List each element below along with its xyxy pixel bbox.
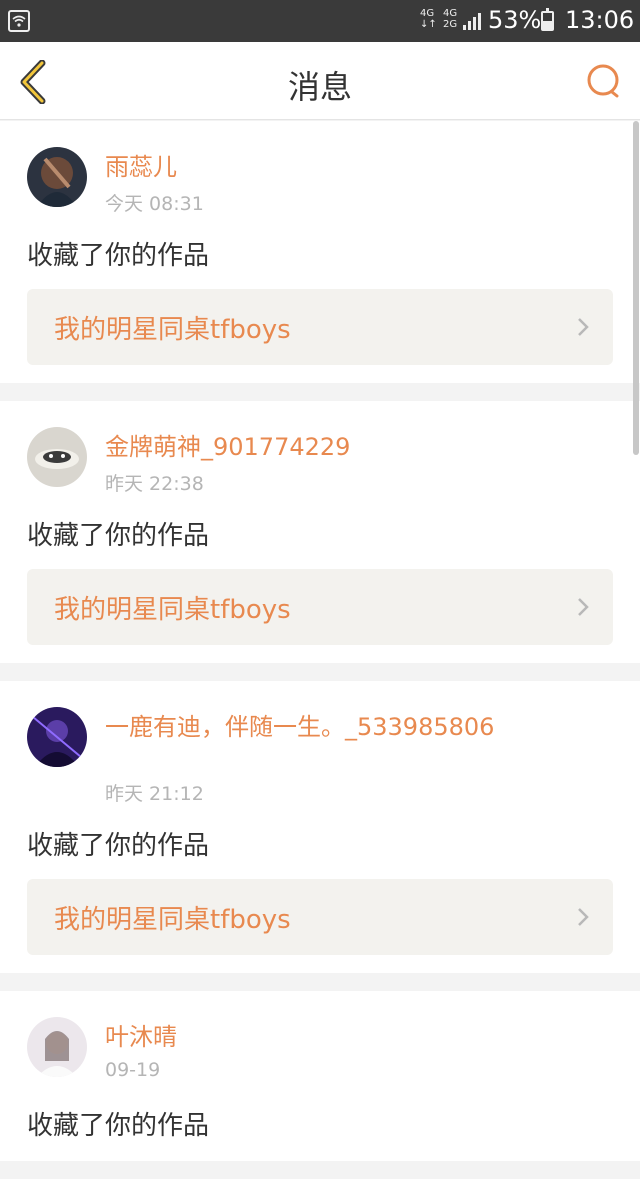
network-indicator-1: 4G ↓↑: [420, 8, 437, 30]
work-link[interactable]: 我的明星同桌tfboys: [27, 569, 613, 645]
page-title: 消息: [287, 68, 352, 106]
message-action: 收藏了你的作品: [27, 1111, 210, 1141]
username[interactable]: 一鹿有迪，伴随一生。_533985806: [105, 711, 605, 743]
status-time: 13:06: [565, 6, 635, 34]
scrollbar[interactable]: [633, 121, 639, 455]
work-title: 我的明星同桌tfboys: [54, 315, 291, 345]
message-card: 雨蕊儿 今天 08:31 收藏了你的作品 我的明星同桌tfboys: [0, 121, 640, 383]
message-card: 一鹿有迪，伴随一生。_533985806 昨天 21:12 收藏了你的作品 我的…: [0, 681, 640, 973]
battery-percent: 53%: [488, 6, 542, 34]
work-title: 我的明星同桌tfboys: [54, 905, 291, 935]
message-list: 雨蕊儿 今天 08:31 收藏了你的作品 我的明星同桌tfboys 金牌萌神_9…: [0, 121, 640, 1179]
chevron-right-icon: [578, 598, 589, 616]
network-indicator-2: 4G 2G: [443, 8, 458, 30]
chevron-right-icon: [578, 908, 589, 926]
message-time: 09-19: [105, 1059, 161, 1081]
username[interactable]: 金牌萌神_901774229: [105, 431, 605, 463]
avatar[interactable]: [27, 147, 87, 207]
avatar[interactable]: [27, 427, 87, 487]
work-title: 我的明星同桌tfboys: [54, 595, 291, 625]
wifi-icon: [8, 10, 30, 32]
nav-bar: 消息: [0, 42, 640, 120]
message-time: 今天 08:31: [105, 193, 204, 215]
username[interactable]: 雨蕊儿: [105, 151, 605, 183]
message-time: 昨天 21:12: [105, 783, 204, 805]
message-card: 叶沐晴 09-19 收藏了你的作品: [0, 991, 640, 1161]
username[interactable]: 叶沐晴: [105, 1021, 605, 1053]
signal-icon: [463, 13, 481, 30]
status-bar: 4G ↓↑ 4G 2G 53% 13:06: [0, 0, 640, 42]
message-action: 收藏了你的作品: [27, 521, 210, 551]
search-button[interactable]: [584, 62, 624, 102]
avatar[interactable]: [27, 707, 87, 767]
message-card: 金牌萌神_901774229 昨天 22:38 收藏了你的作品 我的明星同桌tf…: [0, 401, 640, 663]
work-link[interactable]: 我的明星同桌tfboys: [27, 289, 613, 365]
avatar[interactable]: [27, 1017, 87, 1077]
search-icon: [587, 64, 619, 98]
chevron-right-icon: [578, 318, 589, 336]
message-action: 收藏了你的作品: [27, 831, 210, 861]
work-link[interactable]: 我的明星同桌tfboys: [27, 879, 613, 955]
battery-icon: [541, 8, 554, 31]
message-action: 收藏了你的作品: [27, 241, 210, 271]
message-time: 昨天 22:38: [105, 473, 204, 495]
